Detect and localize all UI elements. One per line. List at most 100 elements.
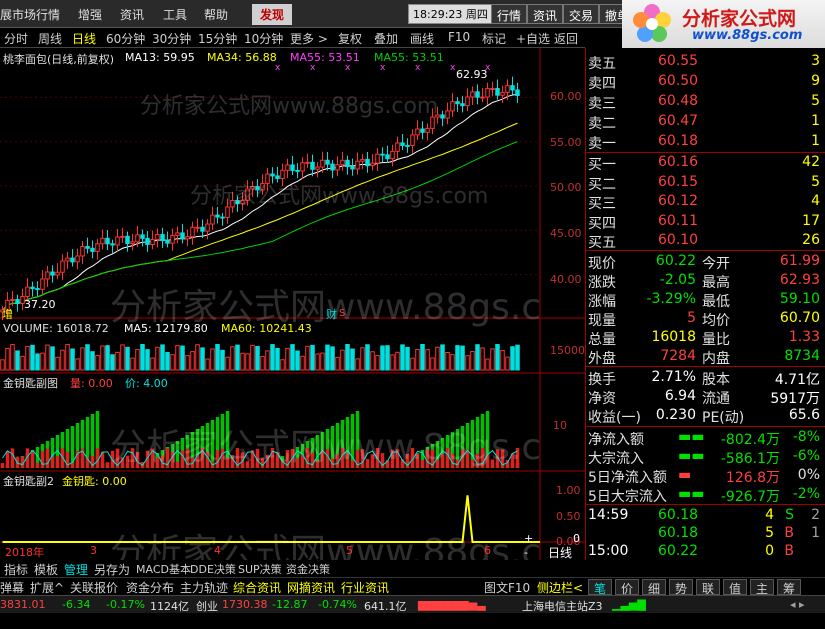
menu-discover[interactable]: 发现 [252,4,293,25]
volume-bar [505,356,510,371]
tab-manage[interactable]: 管理 [64,561,88,578]
adjust-button[interactable]: 复权 [338,30,362,47]
draw-line-button[interactable]: 画线 [410,30,434,47]
quote-row[interactable]: 涨跌 -2.05 最高 62.93 [586,271,825,291]
tab-dde[interactable]: DDE决策 [190,561,236,577]
mark-button[interactable]: 标记 [482,30,506,47]
indicator1-redbar [65,451,70,468]
overlay-button[interactable]: 叠加 [374,30,398,47]
volume-bar [365,344,370,371]
volume-bar [465,355,470,371]
bid-volume: 26 [802,232,820,248]
tab-fund-dist[interactable]: 资金分布 [126,579,174,596]
quote-row[interactable]: 现价 60.22 今开 61.99 [586,252,825,272]
candle [360,158,365,162]
tick-row[interactable]: 14:59 60.18 4 S 2 [586,506,825,526]
f10-button[interactable]: F10 [448,30,470,44]
tick-count: 1 [811,525,820,541]
indicator1-jia: 价: 4.00 [125,377,168,390]
side-tab[interactable]: 价 [615,579,639,596]
menu-enhance[interactable]: 增强 [78,6,102,23]
ask-row[interactable]: 卖一 60.18 1 [586,132,825,152]
side-tab[interactable]: 主 [750,579,774,596]
quote-row[interactable]: 总量 16018 量比 1.33 [586,328,825,348]
quote-row[interactable]: 现量 5 均价 60.70 [586,309,825,329]
ask-volume: 9 [811,73,820,89]
period-15min[interactable]: 15分钟 [198,30,237,47]
volume-bar [475,344,480,371]
bid-row[interactable]: 买五 60.10 26 [586,231,825,251]
side-tab[interactable]: 值 [723,579,747,596]
side-tab[interactable]: 联 [696,579,720,596]
volume-bar [515,344,520,371]
quote-button[interactable]: 行情 [491,4,528,24]
fund-row[interactable]: 换手 2.71% 股本 4.71亿 [586,368,825,388]
tab-save-as[interactable]: 另存为 [94,561,130,578]
tab-indicator[interactable]: 指标 [4,561,28,578]
side-tab[interactable]: 细 [642,579,666,596]
flow-row[interactable]: 5日大宗流入 ▬▬ -926.7万 -2% [586,485,825,505]
period-weekly[interactable]: 周线 [38,30,62,47]
menu-market[interactable]: 展市场行情 [0,6,60,23]
tab-related-quote[interactable]: 关联报价 [70,579,118,596]
menu-tools[interactable]: 工具 [163,6,187,23]
bid-row[interactable]: 买四 60.11 17 [586,212,825,232]
bid-row[interactable]: 买二 60.15 5 [586,173,825,193]
tab-excerpt-news[interactable]: 网摘资讯 [287,579,335,596]
side-tab[interactable]: 势 [669,579,693,596]
volume-bar [435,346,440,371]
period-60min[interactable]: 60分钟 [106,30,145,47]
flow-row[interactable]: 5日净流入额 ▬ 126.8万 0% [586,466,825,486]
menu-help[interactable]: 帮助 [204,6,228,23]
period-10min[interactable]: 10分钟 [244,30,283,47]
tick-row[interactable]: 60.18 5 B 1 [586,524,825,544]
zoom-out-button[interactable]: - [524,546,528,559]
volume-bar [180,345,185,371]
period-daily[interactable]: 日线 [72,30,96,47]
bid-row[interactable]: 买三 60.12 4 [586,192,825,212]
period-intraday[interactable]: 分时 [4,30,28,47]
menu-news[interactable]: 资讯 [120,6,144,23]
tick-row[interactable]: 15:00 60.22 0 B [586,542,825,562]
tab-main-track[interactable]: 主力轨迹 [180,579,228,596]
trade-button[interactable]: 交易 [563,4,600,24]
tab-macd[interactable]: MACD基本 [136,561,191,577]
tab-template[interactable]: 模板 [34,561,58,578]
ask-row[interactable]: 卖四 60.50 9 [586,72,825,92]
zoom-in-button[interactable]: + [524,532,533,545]
ask-row[interactable]: 卖五 60.55 3 [586,52,825,72]
flow-row[interactable]: 大宗流入 ▬▬ -586.1万 -6% [586,447,825,467]
tab-expand[interactable]: 扩展^ [30,579,64,596]
ind1-ytick: 10 [553,419,567,432]
tab-danmu[interactable]: 弹幕 [0,579,24,596]
arrow-icon[interactable]: ◂ ▸ [790,598,805,611]
tab-f10-graph[interactable]: 图文F10 [484,579,530,596]
fund-label: 收益(一) [588,410,641,426]
fund-row[interactable]: 净资 6.94 流通 5917万 [586,387,825,407]
side-tab[interactable]: 笔 [588,579,612,596]
tab-industry-news[interactable]: 行业资讯 [341,579,389,596]
back-button[interactable]: 返回 [554,30,578,47]
bid-row[interactable]: 买一 60.16 42 [586,153,825,173]
tab-fund[interactable]: 资金决策 [286,561,330,577]
ask-row[interactable]: 卖三 60.48 5 [586,92,825,112]
chart-area[interactable]: xxxxxxx 分析家公式网www.88gs.com 分析家公式网www.88g… [0,48,585,573]
fund-row[interactable]: 收益(一) 0.230 PE(动) 65.6 [586,406,825,426]
flow-row[interactable]: 净流入额 ▬▬ -802.4万 -8% [586,428,825,448]
volume-bar [225,356,230,371]
quote-row[interactable]: 外盘 7284 内盘 8734 [586,347,825,367]
candle [10,299,15,302]
bid-price: 60.15 [658,173,699,190]
side-tab[interactable]: 筹 [777,579,801,596]
ask-row[interactable]: 卖二 60.47 1 [586,112,825,132]
period-30min[interactable]: 30分钟 [152,30,191,47]
quote-row[interactable]: 涨幅 -3.29% 最低 59.10 [586,290,825,310]
add-watchlist-button[interactable]: +自选 [516,30,550,47]
period-more[interactable]: 更多 > [290,30,328,47]
indicator1-redbar [485,453,490,468]
tab-sup[interactable]: SUP决策 [238,561,282,577]
quote-label: 现量 [588,313,616,329]
sidebar-toggle[interactable]: 侧边栏< [537,579,583,596]
news-button[interactable]: 资讯 [527,4,564,24]
tab-comprehensive-news[interactable]: 综合资讯 [233,579,281,596]
